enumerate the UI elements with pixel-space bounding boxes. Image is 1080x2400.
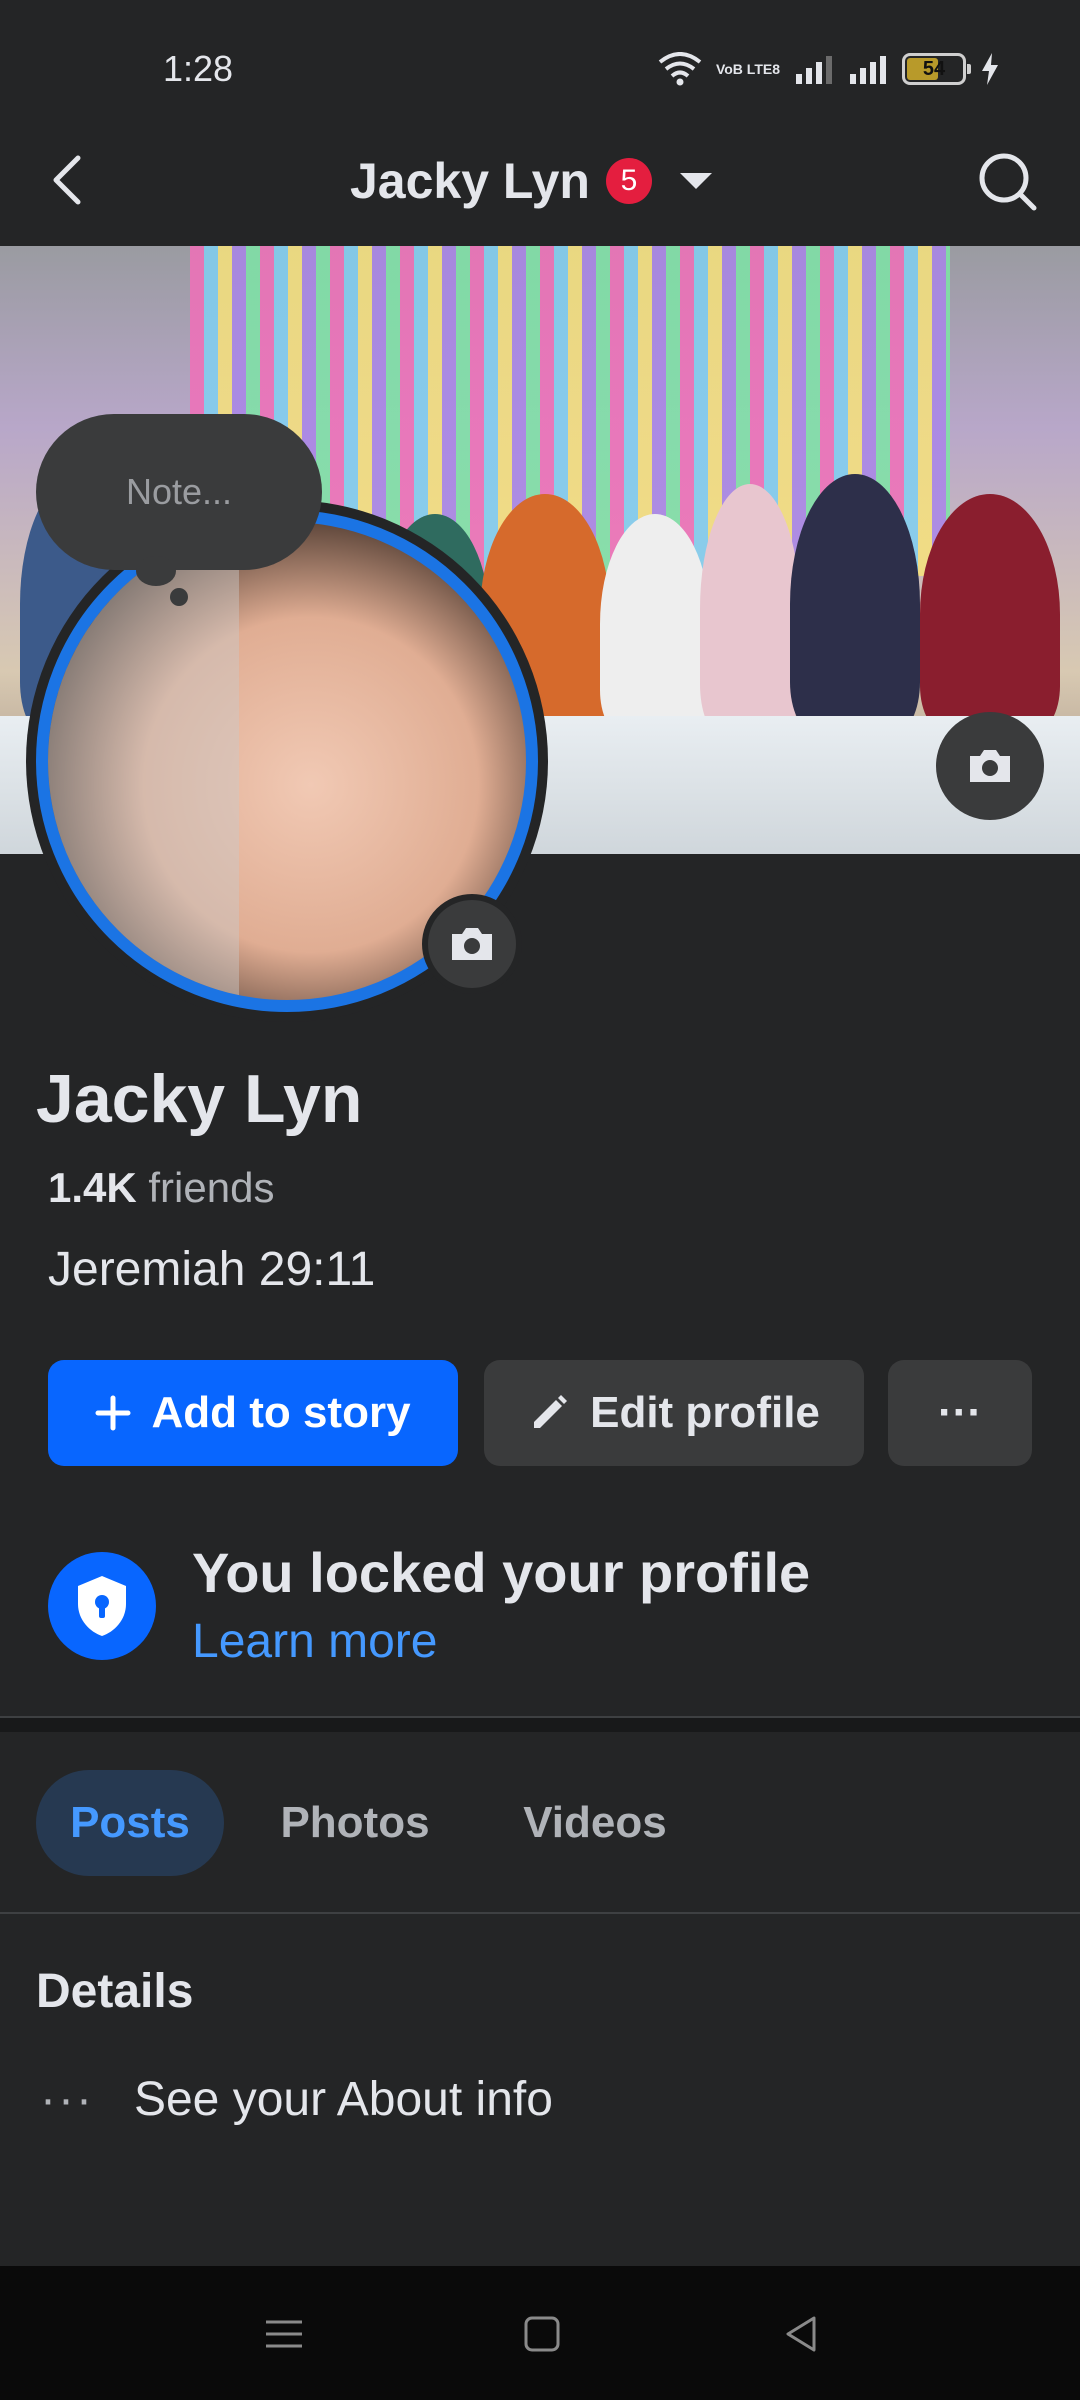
status-time: 1:28 xyxy=(163,48,234,89)
battery-icon: 54 xyxy=(902,53,971,85)
status-icons: VoB LTE8 54 xyxy=(658,52,1000,86)
cover-person xyxy=(920,494,1060,734)
signal-icon xyxy=(796,56,832,84)
recent-apps-button[interactable] xyxy=(260,2310,308,2358)
profile-switcher[interactable]: Jacky Lyn 5 xyxy=(350,152,712,210)
home-square-icon xyxy=(524,2316,560,2352)
locked-profile-title: You locked your profile xyxy=(192,1541,811,1604)
edit-profile-button[interactable]: Edit profile xyxy=(484,1360,864,1466)
tab-videos[interactable]: Videos xyxy=(500,1770,690,1876)
profile-header: Jacky Lyn 5 xyxy=(0,130,1080,246)
cover-camera-button[interactable] xyxy=(936,712,1044,820)
network-type-label: VoB LTE8 xyxy=(715,61,780,77)
pencil-icon xyxy=(534,1395,568,1428)
wifi-icon xyxy=(658,52,702,86)
tabs-divider xyxy=(0,1912,1080,1914)
plus-icon xyxy=(95,1395,131,1431)
friends-number: 1.4K xyxy=(48,1164,137,1211)
profile-camera-button[interactable] xyxy=(422,894,522,994)
profile-bio: Jeremiah 29:11 xyxy=(48,1243,376,1296)
more-icon: ··· xyxy=(938,1388,982,1437)
learn-more-link[interactable]: Learn more xyxy=(192,1614,437,1669)
tab-posts[interactable]: Posts xyxy=(36,1770,224,1876)
profile-name: Jacky Lyn xyxy=(36,1061,363,1137)
status-bar: 1:28 VoB LTE8 54 xyxy=(0,0,1080,130)
locked-profile-badge xyxy=(48,1552,156,1660)
edit-profile-label: Edit profile xyxy=(590,1388,820,1437)
more-horizontal-icon: ··· xyxy=(40,2073,94,2126)
battery-level: 54 xyxy=(922,57,946,80)
signal-icon-2 xyxy=(850,56,886,84)
note-tail-small xyxy=(170,588,188,606)
about-info-label: See your About info xyxy=(133,2073,553,2126)
charging-bolt-icon xyxy=(982,53,998,85)
search-icon xyxy=(979,153,1037,211)
add-to-story-button[interactable]: Add to story xyxy=(48,1360,458,1466)
cover-person xyxy=(790,474,920,734)
system-back-button[interactable] xyxy=(778,2310,826,2358)
shield-lock-icon xyxy=(78,1576,126,1636)
cover-person xyxy=(700,484,800,734)
system-navigation-bar xyxy=(0,2266,1080,2400)
back-arrow-icon xyxy=(53,155,81,205)
back-triangle-icon xyxy=(786,2316,816,2352)
note-bubble[interactable]: Note... xyxy=(36,414,322,570)
menu-icon xyxy=(266,2320,302,2348)
chevron-down-icon xyxy=(679,173,712,189)
back-button[interactable] xyxy=(40,150,100,210)
friends-label: friends xyxy=(148,1164,275,1211)
more-options-button[interactable]: ··· xyxy=(888,1360,1032,1466)
camera-icon xyxy=(452,928,492,960)
add-to-story-label: Add to story xyxy=(151,1388,411,1437)
friends-count[interactable]: 1.4K friends xyxy=(48,1164,274,1212)
section-divider xyxy=(0,1716,1080,1732)
tab-photos[interactable]: Photos xyxy=(260,1770,450,1876)
details-heading: Details xyxy=(36,1965,194,2018)
cover-person xyxy=(600,514,710,734)
header-title: Jacky Lyn xyxy=(350,153,590,209)
home-button[interactable] xyxy=(518,2310,566,2358)
camera-icon xyxy=(970,750,1010,782)
search-button[interactable] xyxy=(976,150,1040,214)
about-info-row[interactable]: ··· See your About info xyxy=(40,2072,553,2127)
notification-badge: 5 xyxy=(605,158,652,204)
note-tail xyxy=(136,556,176,586)
